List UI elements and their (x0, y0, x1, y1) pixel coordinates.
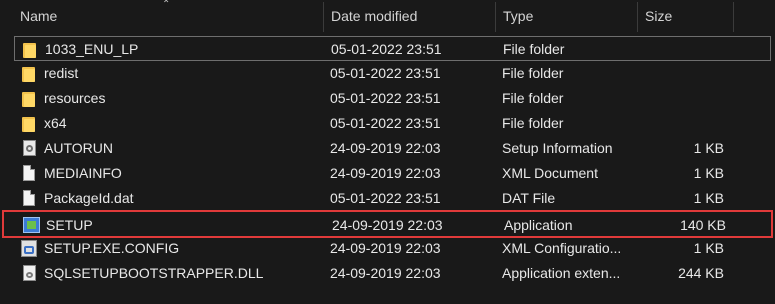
file-row[interactable]: resources 05-01-2022 23:51 File folder (14, 86, 771, 111)
file-row[interactable]: 1033_ENU_LP 05-01-2022 23:51 File folder (14, 36, 771, 61)
folder-icon (20, 89, 38, 108)
application-icon (22, 216, 40, 235)
file-type: File folder (502, 115, 564, 131)
file-type: Setup Information (502, 140, 613, 156)
file-date: 24-09-2019 22:03 (330, 240, 441, 256)
file-size: 1 KB (693, 190, 724, 206)
file-type: DAT File (502, 190, 556, 206)
document-icon (20, 164, 38, 183)
file-name: x64 (44, 115, 67, 131)
file-name: MEDIAINFO (44, 165, 122, 181)
file-date: 24-09-2019 22:03 (330, 140, 441, 156)
setup-info-icon (20, 139, 38, 158)
file-type: File folder (502, 65, 564, 81)
file-date: 05-01-2022 23:51 (331, 41, 442, 57)
column-header-size[interactable]: Size (637, 0, 733, 32)
file-size: 140 KB (680, 217, 726, 233)
file-type: XML Document (502, 165, 598, 181)
file-type: File folder (502, 90, 564, 106)
file-size (638, 86, 724, 111)
file-name: PackageId.dat (44, 190, 134, 206)
file-size: 1 KB (693, 165, 724, 181)
file-row[interactable]: PackageId.dat 05-01-2022 23:51 DAT File … (14, 186, 771, 211)
file-date: 24-09-2019 22:03 (332, 217, 443, 233)
file-row[interactable]: MEDIAINFO 24-09-2019 22:03 XML Document … (14, 161, 771, 186)
folder-icon (20, 64, 38, 83)
file-row[interactable]: x64 05-01-2022 23:51 File folder (14, 111, 771, 136)
file-date: 05-01-2022 23:51 (330, 65, 441, 81)
file-size: 244 KB (678, 265, 724, 281)
file-name: SETUP (46, 217, 93, 233)
file-size (638, 61, 724, 86)
folder-icon (21, 40, 39, 59)
file-row[interactable]: AUTORUN 24-09-2019 22:03 Setup Informati… (14, 136, 771, 161)
column-divider[interactable] (733, 2, 734, 32)
file-name: SQLSETUPBOOTSTRAPPER.DLL (44, 265, 264, 281)
column-header-bar: Name ⌃ Date modified Type Size (0, 0, 775, 34)
file-row[interactable]: SQLSETUPBOOTSTRAPPER.DLL 24-09-2019 22:0… (14, 261, 771, 286)
column-header-type[interactable]: Type (495, 0, 637, 32)
file-size (639, 37, 725, 62)
document-icon (20, 189, 38, 208)
file-date: 05-01-2022 23:51 (330, 190, 441, 206)
file-name: SETUP.EXE.CONFIG (44, 240, 180, 256)
file-row[interactable]: redist 05-01-2022 23:51 File folder (14, 61, 771, 86)
file-name: resources (44, 90, 106, 106)
file-date: 05-01-2022 23:51 (330, 90, 441, 106)
file-row[interactable]: SETUP.EXE.CONFIG 24-09-2019 22:03 XML Co… (14, 236, 771, 261)
folder-icon (20, 114, 38, 133)
column-header-date-modified[interactable]: Date modified (323, 0, 495, 32)
file-date: 24-09-2019 22:03 (330, 165, 441, 181)
file-size: 1 KB (693, 140, 724, 156)
file-type: File folder (503, 41, 565, 57)
file-name: redist (44, 65, 79, 81)
file-type: Application exten... (502, 265, 621, 281)
file-date: 05-01-2022 23:51 (330, 115, 441, 131)
file-name: AUTORUN (44, 140, 113, 156)
file-date: 24-09-2019 22:03 (330, 265, 441, 281)
file-type: XML Configuratio... (502, 240, 622, 256)
file-name: 1033_ENU_LP (45, 41, 139, 57)
config-icon (20, 239, 38, 258)
dll-icon (20, 264, 38, 283)
sort-caret-icon: ⌃ (162, 0, 171, 10)
file-size (638, 111, 724, 136)
file-type: Application (504, 217, 573, 233)
file-row-highlighted[interactable]: SETUP 24-09-2019 22:03 Application 140 K… (2, 210, 773, 238)
file-size: 1 KB (693, 240, 724, 256)
